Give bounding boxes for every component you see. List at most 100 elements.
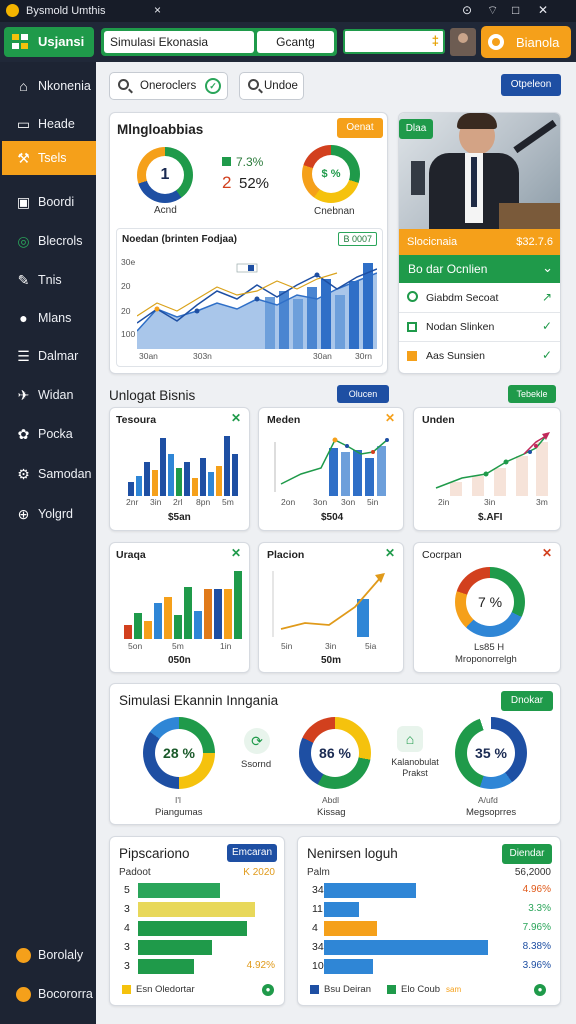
avatar[interactable] (450, 28, 476, 56)
x-tick: 30an (139, 351, 158, 361)
eye-icon: ● (19, 310, 28, 326)
banner-label: Slocicnaia (407, 236, 458, 248)
info-icon[interactable]: ● (534, 984, 546, 996)
close-icon[interactable]: ✕ (231, 411, 241, 425)
area-chart-title: Noedan (brinten Fodjaa) (122, 234, 237, 245)
home-icon: ⌂ (19, 78, 28, 94)
sidebar-item-list[interactable]: ☰ Dalmar (2, 339, 96, 373)
sidebar-item-globe[interactable]: ⊕ Yolgrd (2, 497, 96, 531)
list-item[interactable]: Aas Sunsien ✓ (399, 342, 560, 371)
simulation-title: Simulasi Ekannin Inngania (119, 693, 279, 708)
sidebar-item-eye[interactable]: ● Mlans (2, 301, 96, 335)
close-icon[interactable]: ✕ (542, 546, 552, 560)
bl-legend: Esn Oledortar (136, 984, 195, 995)
top-field[interactable]: ‡ (343, 29, 445, 54)
compass-icon: ✈ (17, 387, 30, 403)
close-icon[interactable]: ✕ (385, 546, 395, 560)
section-title: Unlogat Bisnis (109, 388, 196, 403)
sidebar-item-palette[interactable]: ✿ Pocka (2, 417, 96, 451)
donut-sub: Ls85 H (474, 642, 505, 653)
filter-pill-2[interactable]: Undoe (239, 72, 304, 100)
close-window-icon[interactable]: ✕ (538, 3, 548, 17)
sidebar-item-borolaly[interactable]: Borolaly (2, 938, 96, 972)
app-menu-button[interactable]: Usjansi (4, 27, 94, 57)
sidebar-item-home[interactable]: ⌂ Nkonenia (2, 69, 96, 103)
close-icon[interactable]: ✕ (231, 546, 241, 560)
bl-button[interactable]: Emcaran (227, 844, 277, 862)
mini-card-title: Unden (422, 414, 455, 426)
simulation-button[interactable]: Dnokar (501, 691, 553, 711)
overview-title: Mlngloabbias (117, 122, 204, 137)
action-button[interactable]: Bianola (481, 26, 571, 58)
list-item[interactable]: Nodan Slinken ✓ (399, 313, 560, 342)
account-icon[interactable]: ⊙ (462, 3, 472, 17)
photo-card: Dlaa Slocicnaia $32.7.6 Bo dar Ocnlien ⌄… (398, 112, 561, 374)
data-point (154, 306, 160, 312)
legend-swatch-icon (387, 985, 396, 994)
refresh-icon[interactable]: ⟳ (244, 728, 270, 754)
photo-badge[interactable]: Dlaa (399, 119, 433, 139)
x-tick: 3in (484, 497, 496, 507)
x-tick: 3in (150, 497, 162, 507)
donut-chart: 7 % (455, 567, 525, 637)
coin-icon (16, 948, 31, 963)
sidebar-item-monitor[interactable]: ▭ Heade (2, 107, 96, 141)
sidebar-item-gauge[interactable]: ◎ Blecrols (2, 224, 96, 258)
chevron-down-icon: ⌄ (542, 260, 553, 275)
coin-icon (16, 987, 31, 1002)
dropdown[interactable]: Bo dar Ocnlien ⌄ (399, 255, 560, 283)
main-content: Oneroclers ✓ Undoe Otpeleon Mlngloabbias… (96, 62, 576, 1024)
sidebar-item-tools[interactable]: ⚒ Tsels (2, 141, 96, 175)
mini-card: Placion ✕ 5in 3in 5ia 50m (258, 542, 404, 673)
section-green-button[interactable]: Tebekle (508, 385, 556, 403)
overview-badge[interactable]: Oenat (337, 118, 383, 138)
br-col-right: 56,2000 (514, 867, 551, 878)
wifi-icon[interactable]: ⌔ (487, 3, 498, 18)
sim-donut-2: 86 % (299, 717, 371, 789)
mini-card-footer: $504 (321, 512, 344, 523)
sidebar-item-chart[interactable]: ✎ Tnis (2, 263, 96, 297)
mini-card: Cocrpan ✕ 7 % Ls85 H Mroponorrelgh (413, 542, 561, 673)
sidebar-item-compass[interactable]: ✈ Widan (2, 378, 96, 412)
sidebar-item-bocororra[interactable]: Bocororra (2, 977, 96, 1011)
section-blue-button[interactable]: Olucen (337, 385, 389, 403)
br-legend-2: Elo Coub (401, 984, 441, 995)
line-bar-chart (274, 437, 389, 496)
gauge-icon: ◎ (17, 233, 30, 249)
photo-banner: Slocicnaia $32.7.6 (399, 229, 560, 255)
bottom-left-card: Pipscariono Emcaran Padoot K 2020 5 3 4 3 3 4… (109, 836, 285, 1006)
bar-row-bar (138, 921, 247, 936)
option-button[interactable]: Otpeleon (501, 74, 561, 96)
bar-mark (335, 295, 345, 349)
sidebar-item-settings[interactable]: ⚙ Samodan (2, 457, 96, 491)
house-icon[interactable]: ⌂ (397, 726, 423, 752)
bar-row-label: 4 (312, 922, 318, 934)
search-input[interactable]: Simulasi Ekonasia (104, 31, 254, 53)
sidebar-item-car[interactable]: ▣ Boordi (2, 185, 96, 219)
tab-close-icon[interactable]: × (154, 3, 161, 17)
x-tick: 30an (313, 351, 332, 361)
data-point (314, 272, 320, 278)
search-icon (118, 79, 129, 90)
maximize-icon[interactable]: □ (512, 3, 519, 17)
list-item[interactable]: Giabdm Secoat ↗ (399, 284, 560, 313)
mini-card: Uraqa ✕ 5on 5m 1in 050n (109, 542, 250, 673)
line-chart (272, 571, 385, 637)
close-icon[interactable]: ✕ (385, 411, 395, 425)
stat-2-number: 2 (222, 173, 232, 192)
check-icon: ✓ (541, 348, 552, 362)
br-button[interactable]: Diendar (502, 844, 552, 864)
area-chart-badge[interactable]: B 0007 (338, 232, 377, 246)
x-tick: 5on (128, 641, 143, 651)
sim-label: Piangumas (155, 807, 203, 818)
sim-donut-3-value: 35 % (467, 729, 515, 777)
chart-icon: ✎ (17, 272, 30, 288)
data-point (194, 308, 200, 314)
filter-pill-1[interactable]: Oneroclers ✓ (109, 72, 228, 100)
info-icon[interactable]: ● (262, 984, 274, 996)
search-button[interactable]: Gcantg (257, 31, 334, 53)
donut-2-label: Cnebnan (314, 206, 355, 217)
bl-col-right: K 2020 (243, 867, 275, 878)
bar-mark (307, 287, 317, 349)
bar-row-bar (324, 940, 488, 955)
